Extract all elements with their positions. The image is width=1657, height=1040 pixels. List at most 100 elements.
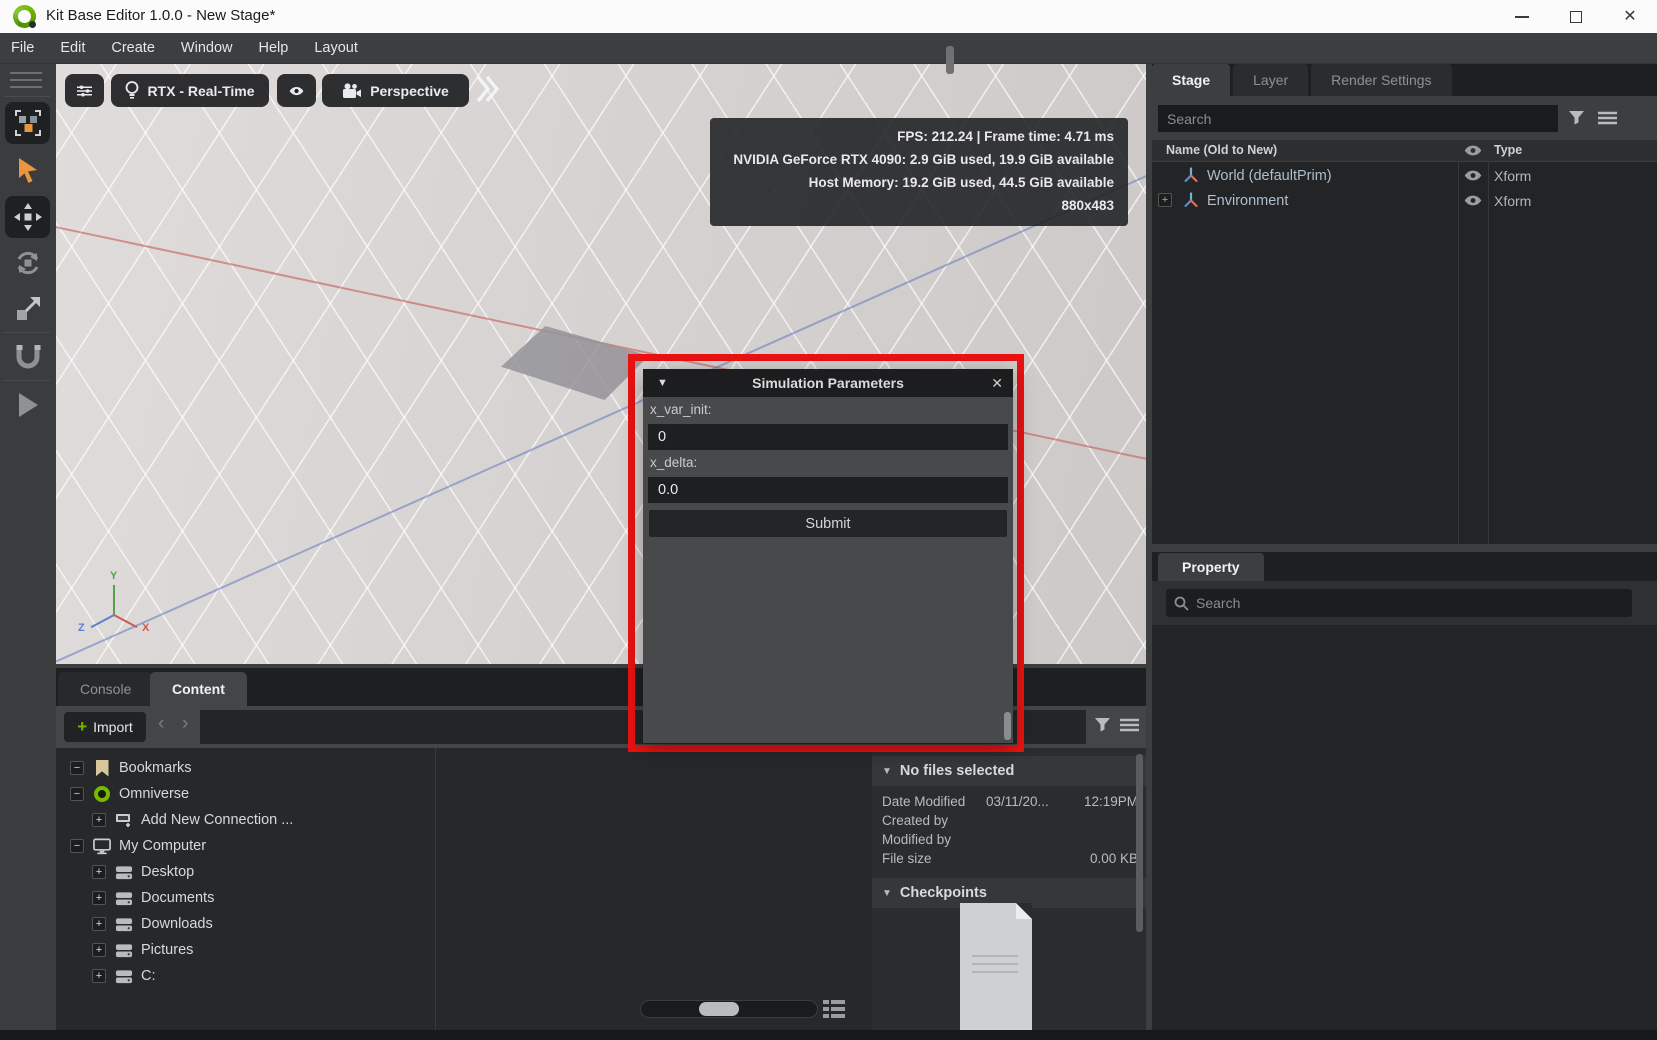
window-bottom-edge	[0, 1030, 1657, 1040]
selection-mode-button[interactable]	[5, 102, 50, 144]
selection-info-header[interactable]: ▼ No files selected	[872, 756, 1146, 786]
dialog-close-button[interactable]: ✕	[991, 375, 1003, 392]
x-delta-label: x_delta:	[650, 455, 698, 470]
toolbar-grip-icon[interactable]	[10, 72, 42, 93]
visibility-eye-icon[interactable]	[1464, 194, 1482, 207]
file-info-pane: ▼ No files selected Date Modified 03/11/…	[872, 748, 1146, 1030]
tree-item-desktop[interactable]: + Desktop	[56, 859, 435, 885]
close-button[interactable]: ✕	[1603, 0, 1657, 33]
window-title: Kit Base Editor 1.0.0 - New Stage*	[46, 7, 276, 24]
gizmo-y-label: Y	[110, 570, 118, 582]
info-row-file-size: File size 0.00 KB	[882, 851, 1138, 866]
menu-help[interactable]: Help	[258, 40, 288, 56]
stage-search-input[interactable]	[1158, 105, 1558, 132]
rotate-tool-button[interactable]	[5, 242, 50, 284]
menu-file[interactable]: File	[11, 40, 34, 56]
tab-content[interactable]: Content	[150, 672, 247, 706]
content-scrollbar[interactable]	[1136, 754, 1143, 932]
app-window: Kit Base Editor 1.0.0 - New Stage* ✕ Fil…	[0, 0, 1657, 1040]
dialog-scrollbar[interactable]	[1004, 712, 1011, 740]
minimize-button[interactable]	[1495, 0, 1549, 33]
snap-tool-button[interactable]	[5, 336, 50, 378]
view-mode-button[interactable]	[823, 1000, 845, 1018]
maximize-button[interactable]	[1549, 0, 1603, 33]
property-search-input[interactable]	[1166, 589, 1632, 617]
select-tool-button[interactable]	[5, 150, 50, 192]
expand-toggle[interactable]: +	[92, 969, 106, 983]
move-tool-button[interactable]	[5, 196, 50, 238]
search-icon	[1174, 596, 1189, 611]
property-search-row	[1152, 581, 1657, 625]
expand-toggle[interactable]: +	[92, 891, 106, 905]
collapse-toggle[interactable]: −	[70, 761, 84, 775]
collapse-toggle[interactable]: −	[70, 787, 84, 801]
slider-thumb[interactable]	[699, 1002, 739, 1016]
expand-toggle[interactable]: +	[92, 865, 106, 879]
minimize-icon	[1515, 15, 1529, 18]
tree-item-downloads[interactable]: + Downloads	[56, 911, 435, 937]
menu-window[interactable]: Window	[181, 40, 233, 56]
file-grid-pane[interactable]	[437, 748, 871, 1030]
column-name[interactable]: Name (Old to New)	[1166, 143, 1277, 157]
play-button[interactable]	[5, 384, 50, 426]
filter-icon	[1095, 718, 1110, 732]
menu-create[interactable]: Create	[111, 40, 155, 56]
chevron-down-icon: ▼	[882, 887, 892, 899]
stats-gpu-memory: NVIDIA GeForce RTX 4090: 2.9 GiB used, 1…	[733, 152, 1114, 167]
content-options-button[interactable]	[1120, 718, 1139, 732]
collapse-triangle-icon[interactable]: ▼	[657, 377, 668, 389]
plus-icon: +	[77, 717, 88, 736]
render-stats-overlay: FPS: 212.24 | Frame time: 4.71 ms NVIDIA…	[710, 118, 1128, 226]
column-type[interactable]: Type	[1494, 143, 1522, 157]
visibility-eye-icon[interactable]	[1464, 169, 1482, 182]
visibility-button[interactable]	[277, 74, 316, 107]
list-options-icon	[1598, 111, 1617, 125]
expand-toggle[interactable]: +	[92, 813, 106, 827]
thumbnail-size-slider[interactable]	[640, 1000, 818, 1018]
nav-back-button[interactable]: ‹	[158, 713, 164, 735]
stage-row-environment[interactable]: + Environment Xform	[1152, 188, 1657, 213]
x-var-init-input[interactable]	[648, 424, 1008, 450]
stage-filter-button[interactable]	[1568, 110, 1585, 126]
renderer-mode-button[interactable]: RTX - Real-Time	[111, 74, 269, 107]
content-body: − Bookmarks − Omniverse + Add New Connec…	[56, 748, 1146, 1030]
dialog-title-bar[interactable]: ▼ Simulation Parameters ✕	[643, 369, 1013, 397]
tree-item-omniverse[interactable]: − Omniverse	[56, 781, 435, 807]
content-filter-button[interactable]	[1094, 717, 1111, 733]
tab-stage[interactable]: Stage	[1152, 64, 1231, 96]
double-chevron-right-icon	[476, 75, 500, 103]
tab-layer[interactable]: Layer	[1233, 64, 1309, 96]
filter-icon	[1569, 111, 1584, 125]
nav-forward-button[interactable]: ›	[182, 713, 188, 735]
grid-view-icon	[823, 1000, 845, 1018]
viewport-settings-button[interactable]	[65, 74, 104, 107]
x-delta-input[interactable]	[648, 477, 1008, 503]
path-bar-grip[interactable]	[946, 46, 954, 74]
tab-property[interactable]: Property	[1158, 553, 1264, 581]
tree-item-add-new-connection[interactable]: + Add New Connection ...	[56, 807, 435, 833]
collapse-toggle[interactable]: −	[70, 839, 84, 853]
tree-item-pictures[interactable]: + Pictures	[56, 937, 435, 963]
tree-item-my-computer[interactable]: − My Computer	[56, 833, 435, 859]
tree-item-documents[interactable]: + Documents	[56, 885, 435, 911]
tab-console[interactable]: Console	[58, 672, 154, 706]
tab-render-settings[interactable]: Render Settings	[1311, 64, 1452, 96]
stage-options-button[interactable]	[1598, 111, 1617, 125]
tree-item-c-drive[interactable]: + C:	[56, 963, 435, 989]
stage-columns-header[interactable]: Name (Old to New) Type	[1152, 140, 1657, 162]
menu-edit[interactable]: Edit	[60, 40, 85, 56]
menu-bar: File Edit Create Window Help Layout	[0, 33, 1657, 64]
scale-tool-button[interactable]	[5, 288, 50, 330]
expand-toggle[interactable]: +	[1158, 193, 1172, 207]
xform-axis-icon	[1183, 192, 1199, 209]
expand-toggle[interactable]: +	[92, 943, 106, 957]
tree-item-bookmarks[interactable]: − Bookmarks	[56, 755, 435, 781]
expand-toggle[interactable]: +	[92, 917, 106, 931]
import-button[interactable]: + Import	[64, 712, 146, 742]
submit-button[interactable]: Submit	[649, 510, 1007, 537]
viewport-toolbar-expand-button[interactable]	[474, 72, 500, 106]
menu-layout[interactable]: Layout	[314, 40, 358, 56]
property-panel: Property	[1152, 552, 1657, 1040]
camera-button[interactable]: Perspective	[322, 74, 469, 107]
stage-row-world[interactable]: World (defaultPrim) Xform	[1152, 163, 1657, 188]
